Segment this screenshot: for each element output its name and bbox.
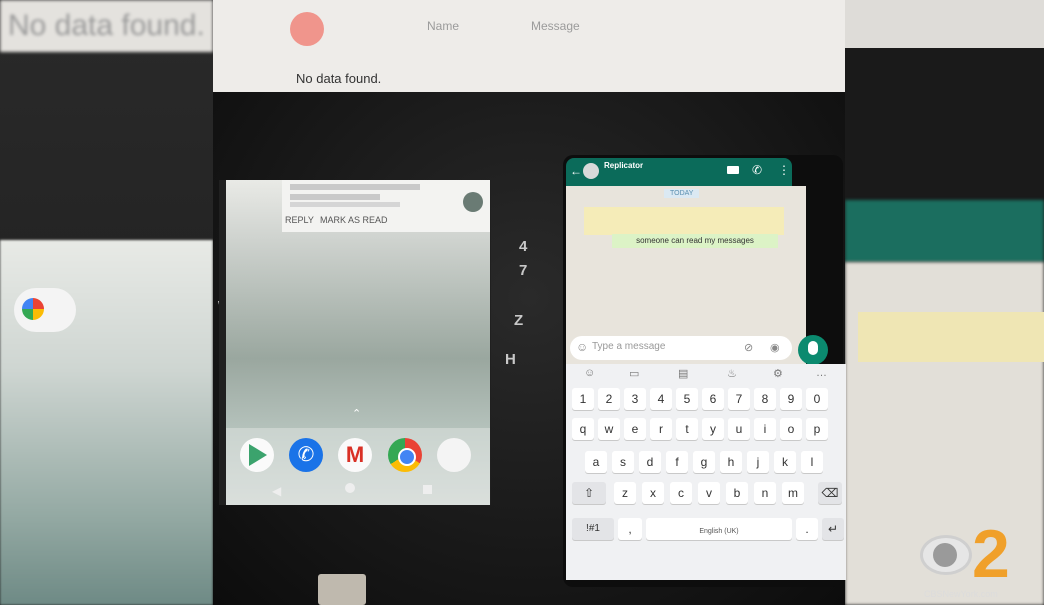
key-1[interactable]: 1 [572, 388, 594, 410]
key-7[interactable]: 7 [728, 388, 750, 410]
right-blurred-whatsapp-header [845, 200, 1044, 262]
notification-avatar [463, 192, 483, 212]
space-key[interactable]: English (UK) [646, 518, 792, 540]
right-blurred-encryption-notice [858, 312, 1044, 362]
laptop-key: 4 [519, 238, 528, 255]
nav-recents-icon[interactable] [423, 485, 432, 494]
keyboard-settings-icon[interactable]: ⚙ [773, 367, 783, 380]
message-input-placeholder: Type a message [592, 341, 666, 352]
phone-icon[interactable]: ✆ [289, 438, 323, 472]
key-n[interactable]: n [754, 482, 776, 504]
period-key[interactable]: . [796, 518, 818, 540]
date-chip: TODAY [664, 189, 700, 198]
emoji-icon[interactable]: ☺ [576, 340, 588, 354]
notification-reply-button[interactable]: REPLY [285, 215, 314, 225]
key-v[interactable]: v [698, 482, 720, 504]
key-i[interactable]: i [754, 418, 776, 440]
key-8[interactable]: 8 [754, 388, 776, 410]
enter-key[interactable]: ↵ [822, 518, 844, 540]
left-blurred-no-data-text: No data found. [0, 0, 213, 52]
key-w[interactable]: w [598, 418, 620, 440]
column-header-name[interactable]: Name [427, 19, 459, 33]
key-6[interactable]: 6 [702, 388, 724, 410]
key-x[interactable]: x [642, 482, 664, 504]
outgoing-message-bubble[interactable]: someone can read my messages [612, 234, 778, 248]
keyboard-emoji-icon[interactable]: ☺ [584, 367, 595, 379]
key-o[interactable]: o [780, 418, 802, 440]
overflow-menu-icon[interactable]: ⋮ [778, 163, 790, 177]
google-logo-icon [22, 298, 44, 320]
key-y[interactable]: y [702, 418, 724, 440]
keyboard-clipboard-icon[interactable]: ♨ [727, 367, 737, 380]
record-button[interactable] [290, 12, 324, 46]
key-z[interactable]: z [614, 482, 636, 504]
laptop-key: Z [514, 312, 524, 329]
app-drawer-chevron-icon[interactable]: ⌃ [352, 407, 361, 420]
key-j[interactable]: j [747, 451, 769, 473]
key-k[interactable]: k [774, 451, 796, 473]
key-l[interactable]: l [801, 451, 823, 473]
key-b[interactable]: b [726, 482, 748, 504]
play-store-triangle [249, 444, 267, 466]
keyboard-gif-icon[interactable]: ▤ [678, 367, 688, 380]
key-h[interactable]: h [720, 451, 742, 473]
cbs2-logo: 2 [972, 516, 1010, 592]
key-9[interactable]: 9 [780, 388, 802, 410]
chrome-center [398, 448, 416, 466]
key-m[interactable]: m [782, 482, 804, 504]
column-header-message[interactable]: Message [531, 19, 580, 33]
gmail-icon[interactable]: M [338, 438, 372, 472]
key-d[interactable]: d [639, 451, 661, 473]
keyboard-sticker-icon[interactable]: ▭ [629, 367, 639, 380]
key-q[interactable]: q [572, 418, 594, 440]
contact-avatar[interactable] [583, 163, 599, 179]
encryption-notice[interactable] [584, 207, 784, 235]
notification-line [290, 202, 400, 207]
key-5[interactable]: 5 [676, 388, 698, 410]
key-4[interactable]: 4 [650, 388, 672, 410]
contact-name[interactable]: Replicator [604, 161, 643, 170]
voice-call-icon[interactable]: ✆ [752, 163, 762, 177]
key-t[interactable]: t [676, 418, 698, 440]
notification-line [290, 184, 420, 190]
key-e[interactable]: e [624, 418, 646, 440]
nav-back-icon[interactable]: ◀ [272, 484, 281, 498]
key-3[interactable]: 3 [624, 388, 646, 410]
nav-home-icon[interactable] [345, 483, 355, 493]
attach-icon[interactable]: ⊘ [744, 341, 753, 354]
notification-mark-read-button[interactable]: MARK AS READ [320, 215, 388, 225]
space-key-label: English (UK) [699, 528, 739, 535]
no-data-message: No data found. [296, 71, 382, 86]
app-folder-icon[interactable] [437, 438, 471, 472]
symbols-key[interactable]: !#1 [572, 518, 614, 540]
key-g[interactable]: g [693, 451, 715, 473]
key-0[interactable]: 0 [806, 388, 828, 410]
watermark-url: CBSNewYork.com [924, 589, 998, 599]
shift-key[interactable]: ⇧ [572, 482, 606, 504]
laptop-key: H [505, 351, 516, 368]
key-a[interactable]: a [585, 451, 607, 473]
comma-key[interactable]: , [618, 518, 642, 540]
key-c[interactable]: c [670, 482, 692, 504]
back-arrow-icon[interactable]: ← [570, 164, 582, 178]
key-2[interactable]: 2 [598, 388, 620, 410]
keyboard-more-icon[interactable]: … [816, 367, 827, 379]
key-s[interactable]: s [612, 451, 634, 473]
camera-icon[interactable]: ◉ [770, 341, 780, 354]
notification-line [290, 194, 380, 200]
key-r[interactable]: r [650, 418, 672, 440]
key-u[interactable]: u [728, 418, 750, 440]
right-blurred-monitor [845, 0, 1044, 48]
microphone-icon [808, 341, 818, 355]
key-p[interactable]: p [806, 418, 828, 440]
video-call-icon[interactable] [727, 166, 739, 174]
key-f[interactable]: f [666, 451, 688, 473]
laptop-key: 7 [519, 262, 528, 279]
usb-plug [318, 574, 366, 605]
backspace-key[interactable]: ⌫ [818, 482, 842, 504]
cbs-eye-pupil [933, 543, 957, 567]
